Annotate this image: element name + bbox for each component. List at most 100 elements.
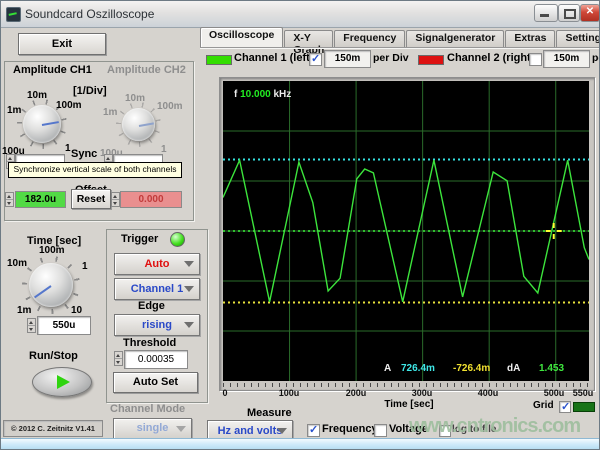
close-icon: ✕ xyxy=(581,6,599,17)
scope-plot-area xyxy=(223,81,589,381)
offset-ch1-spinner[interactable] xyxy=(5,192,14,207)
trigger-edge-dropdown[interactable]: rising xyxy=(114,314,200,336)
frequency-checkbox[interactable] xyxy=(307,424,320,437)
amplitude-ch2-knob[interactable] xyxy=(122,108,155,141)
close-button[interactable]: ✕ xyxy=(580,4,600,22)
watermark: www.cntronics.com xyxy=(409,415,600,438)
x-tick-0: 0 xyxy=(222,388,227,398)
ch1-tick-10m: 10m xyxy=(27,90,47,101)
freq-unit: kHz xyxy=(274,89,292,100)
offset-ch2-field[interactable]: 0.000 xyxy=(120,191,182,208)
time-value-field[interactable]: 550u xyxy=(37,316,91,335)
channel1-color-swatch xyxy=(206,55,232,65)
threshold-label: Threshold xyxy=(123,337,176,349)
trigger-title: Trigger xyxy=(121,233,158,245)
tab-settings[interactable]: Settings xyxy=(556,30,600,48)
channel1-per-div-field[interactable]: 150m xyxy=(324,50,371,68)
threshold-spinner[interactable] xyxy=(114,351,123,366)
x-tick-500u: 500u xyxy=(544,388,565,398)
window-bottom-border xyxy=(1,438,600,450)
offset-ch2-spinner[interactable] xyxy=(111,192,120,207)
trigger-led xyxy=(170,232,185,247)
channel2-color-swatch xyxy=(418,55,444,65)
tab-strip: OscilloscopeX-Y GraphFrequencySignalgene… xyxy=(200,28,600,48)
trigger-source-dropdown[interactable]: Channel 1 xyxy=(114,278,200,300)
offset-ch1-field[interactable]: 182.0u xyxy=(15,191,66,208)
minimize-button[interactable] xyxy=(534,4,558,22)
voltage-checkbox[interactable] xyxy=(374,424,387,437)
tab-signalgenerator[interactable]: Signalgenerator xyxy=(406,30,504,48)
threshold-field[interactable]: 0.00035 xyxy=(124,350,188,369)
meas-a-min: -726.4m xyxy=(453,363,490,374)
x-tick-300u: 300u xyxy=(412,388,433,398)
meas-da-label: dA xyxy=(507,363,520,374)
time-tick-10: 10 xyxy=(71,305,82,316)
time-value-spinner[interactable] xyxy=(27,318,36,333)
auto-set-button[interactable]: Auto Set xyxy=(113,372,198,393)
meas-a-label: A xyxy=(384,363,391,374)
app-icon xyxy=(6,7,21,22)
tab-extras[interactable]: Extras xyxy=(505,30,555,48)
meas-a-max: 726.4m xyxy=(401,363,435,374)
frequency-checkbox-label: Frequency xyxy=(322,423,378,435)
exit-button[interactable]: Exit xyxy=(18,33,106,55)
measure-title: Measure xyxy=(247,407,292,419)
freq-value: 10.000 xyxy=(240,89,271,100)
amplitude-ch2-label: Amplitude CH2 xyxy=(107,64,186,76)
channel2-per-div-field[interactable]: 150m xyxy=(543,50,590,68)
knob-pointer xyxy=(34,285,52,298)
tab-oscilloscope[interactable]: Oscilloscope xyxy=(200,27,283,48)
time-tick-10m: 10m xyxy=(7,258,27,269)
trigger-mode-dropdown[interactable]: Auto xyxy=(114,253,200,275)
x-tick-100u: 100u xyxy=(279,388,300,398)
x-axis-label: Time [sec] xyxy=(369,399,449,410)
tab-panel-edge xyxy=(200,47,600,49)
ch1-tick-1: 1 xyxy=(65,143,71,154)
maximize-icon xyxy=(564,9,576,19)
channel1-enable-checkbox[interactable] xyxy=(309,53,322,66)
knob-pointer xyxy=(42,121,60,126)
channel-mode-label: Channel Mode xyxy=(110,403,185,415)
app-window: Soundcard Oszilloscope ✕ Exit Amplitude … xyxy=(0,0,600,450)
title-bar: Soundcard Oszilloscope ✕ xyxy=(1,1,600,28)
edge-label: Edge xyxy=(138,300,165,312)
chevron-down-icon xyxy=(184,286,194,292)
channel2-label: Channel 2 (right) xyxy=(447,52,534,64)
run-stop-button[interactable] xyxy=(32,367,92,397)
offset-reset-button[interactable]: Reset xyxy=(71,189,111,209)
channel2-enable-checkbox[interactable] xyxy=(529,53,542,66)
x-tick-550u: 550u xyxy=(573,388,594,398)
freq-prefix: f xyxy=(234,89,237,100)
time-tick-1: 1 xyxy=(82,261,88,272)
tab-x-y-graph[interactable]: X-Y Graph xyxy=(284,30,333,48)
knob-pointer xyxy=(138,122,153,127)
window-title: Soundcard Oszilloscope xyxy=(25,7,154,21)
x-tick-400u: 400u xyxy=(478,388,499,398)
ch2-tick-100m: 100m xyxy=(157,101,183,112)
maximize-button[interactable] xyxy=(558,4,580,22)
time-tick-100m: 100m xyxy=(39,245,65,256)
channel-mode-value: single xyxy=(137,422,169,434)
ch1-tick-1m: 1m xyxy=(7,105,21,116)
run-stop-label: Run/Stop xyxy=(29,350,78,362)
chevron-down-icon xyxy=(184,322,194,328)
channel1-per-div-label: per Div xyxy=(373,52,409,64)
chevron-down-icon xyxy=(184,261,194,267)
waveform-chart xyxy=(223,81,589,381)
trigger-edge-value: rising xyxy=(142,319,172,331)
log-to-file-checkbox[interactable] xyxy=(439,425,451,437)
channel1-label: Channel 1 (left) xyxy=(234,52,313,64)
grid-checkbox[interactable] xyxy=(559,401,571,413)
ch2-tick-10m: 10m xyxy=(125,93,145,104)
channel2-per-div-label: per Div xyxy=(592,52,600,64)
sync-tooltip: Synchronize vertical scale of both chann… xyxy=(8,162,182,178)
channel-mode-dropdown[interactable]: single xyxy=(113,418,192,439)
trigger-mode-value: Auto xyxy=(144,258,169,270)
meas-da-value: 1.453 xyxy=(539,363,564,374)
time-knob[interactable] xyxy=(29,263,73,307)
tab-frequency[interactable]: Frequency xyxy=(334,30,405,48)
ch1-tick-100m: 100m xyxy=(56,100,82,111)
grid-label: Grid xyxy=(533,400,554,411)
x-tick-200u: 200u xyxy=(346,388,367,398)
amplitude-unit-label: [1/Div] xyxy=(73,85,107,97)
